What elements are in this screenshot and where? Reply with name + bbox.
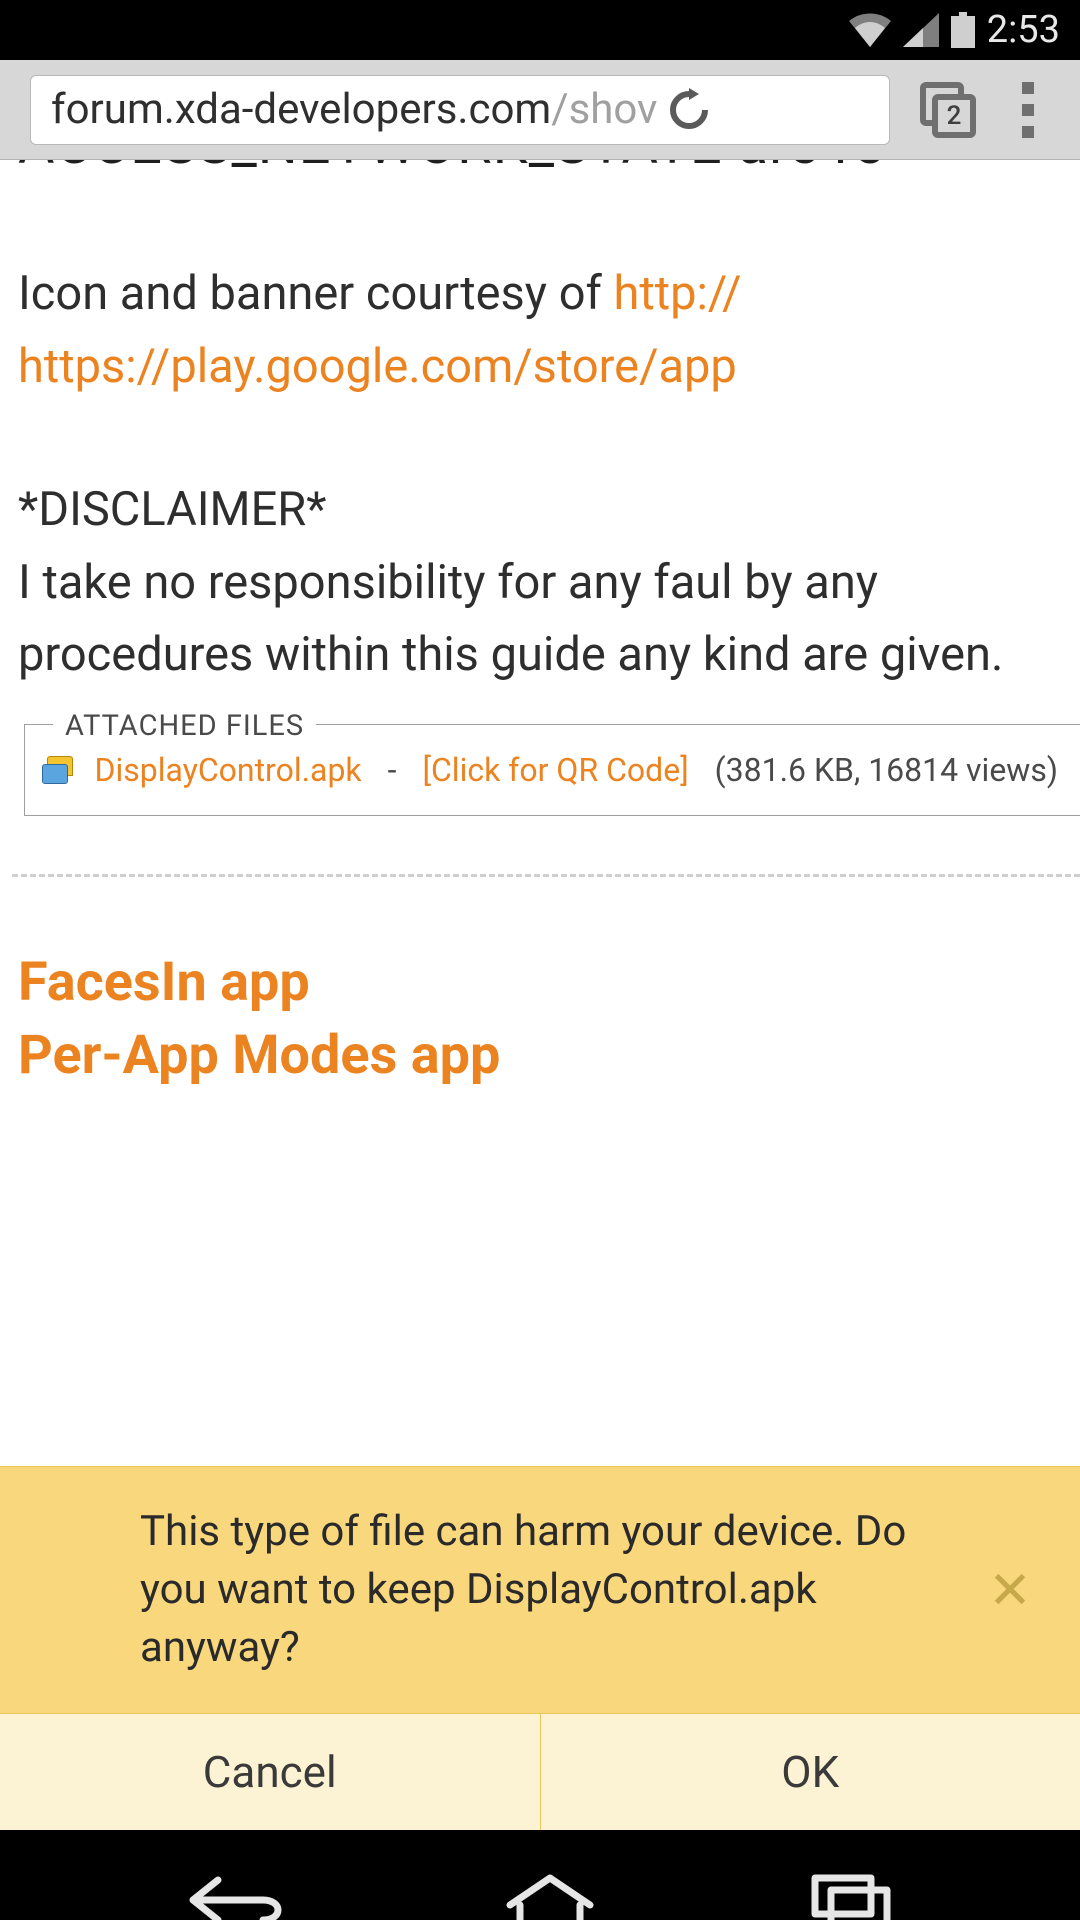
home-icon[interactable] [500,1870,600,1920]
attached-file-link[interactable]: DisplayControl.apk [94,751,361,789]
wifi-icon [849,13,891,47]
courtesy-line: Icon and banner courtesy of http:// [18,258,1062,331]
url-bar[interactable]: forum.xda-developers.com /shov [30,75,890,145]
refresh-icon[interactable] [667,88,711,132]
battery-icon [951,12,975,48]
download-message: This type of file can harm your device. … [40,1503,980,1677]
divider [12,874,1080,877]
tab-count: 2 [932,94,976,138]
attached-qr-link[interactable]: [Click for QR Code] [422,751,688,789]
disclaimer-body: I take no responsibility for any faul by… [18,547,1062,693]
attached-row: DisplayControl.apk - [Click for QR Code]… [47,751,1058,789]
page-content: ACCESS_NETWORK_STATE are re Icon and ban… [0,160,1080,1830]
play-link[interactable]: https://play.google.com/store/app [18,331,1062,404]
courtesy-link[interactable]: http:// [614,266,742,321]
attached-sep: - [388,751,397,789]
ok-button[interactable]: OK [540,1714,1080,1830]
attached-label: ATTACHED FILES [53,709,316,743]
url-path: /shov [551,85,657,134]
attached-files-box: ATTACHED FILES DisplayControl.apk - [Cli… [24,724,1080,816]
disclaimer-heading: *DISCLAIMER* [18,474,1062,547]
browser-toolbar: forum.xda-developers.com /shov 2 [0,60,1080,160]
clock-text: 2:53 [987,8,1060,52]
back-icon[interactable] [183,1870,293,1920]
sig-link-1[interactable]: FacesIn app [18,947,1080,1020]
cancel-button[interactable]: Cancel [0,1714,540,1830]
courtesy-prefix: Icon and banner courtesy of [18,266,614,321]
attached-meta: (381.6 KB, 16814 views) [715,751,1058,789]
disclaimer-block: *DISCLAIMER* I take no responsibility fo… [18,474,1062,693]
sig-link-2[interactable]: Per-App Modes app [18,1020,1080,1093]
download-warning-bar: This type of file can harm your device. … [0,1466,1080,1830]
file-icon [47,756,68,784]
navigation-bar [0,1830,1080,1920]
menu-icon[interactable] [1006,82,1050,138]
signature-block: FacesIn app Per-App Modes app [18,947,1080,1093]
signal-icon [903,13,939,47]
recents-icon[interactable] [807,1870,897,1920]
tabs-button[interactable]: 2 [920,82,976,138]
cutoff-text: ACCESS_NETWORK_STATE are re [18,160,1062,172]
url-domain: forum.xda-developers.com [51,85,551,134]
close-icon[interactable]: ✕ [980,1560,1040,1621]
status-bar: 2:53 [0,0,1080,60]
